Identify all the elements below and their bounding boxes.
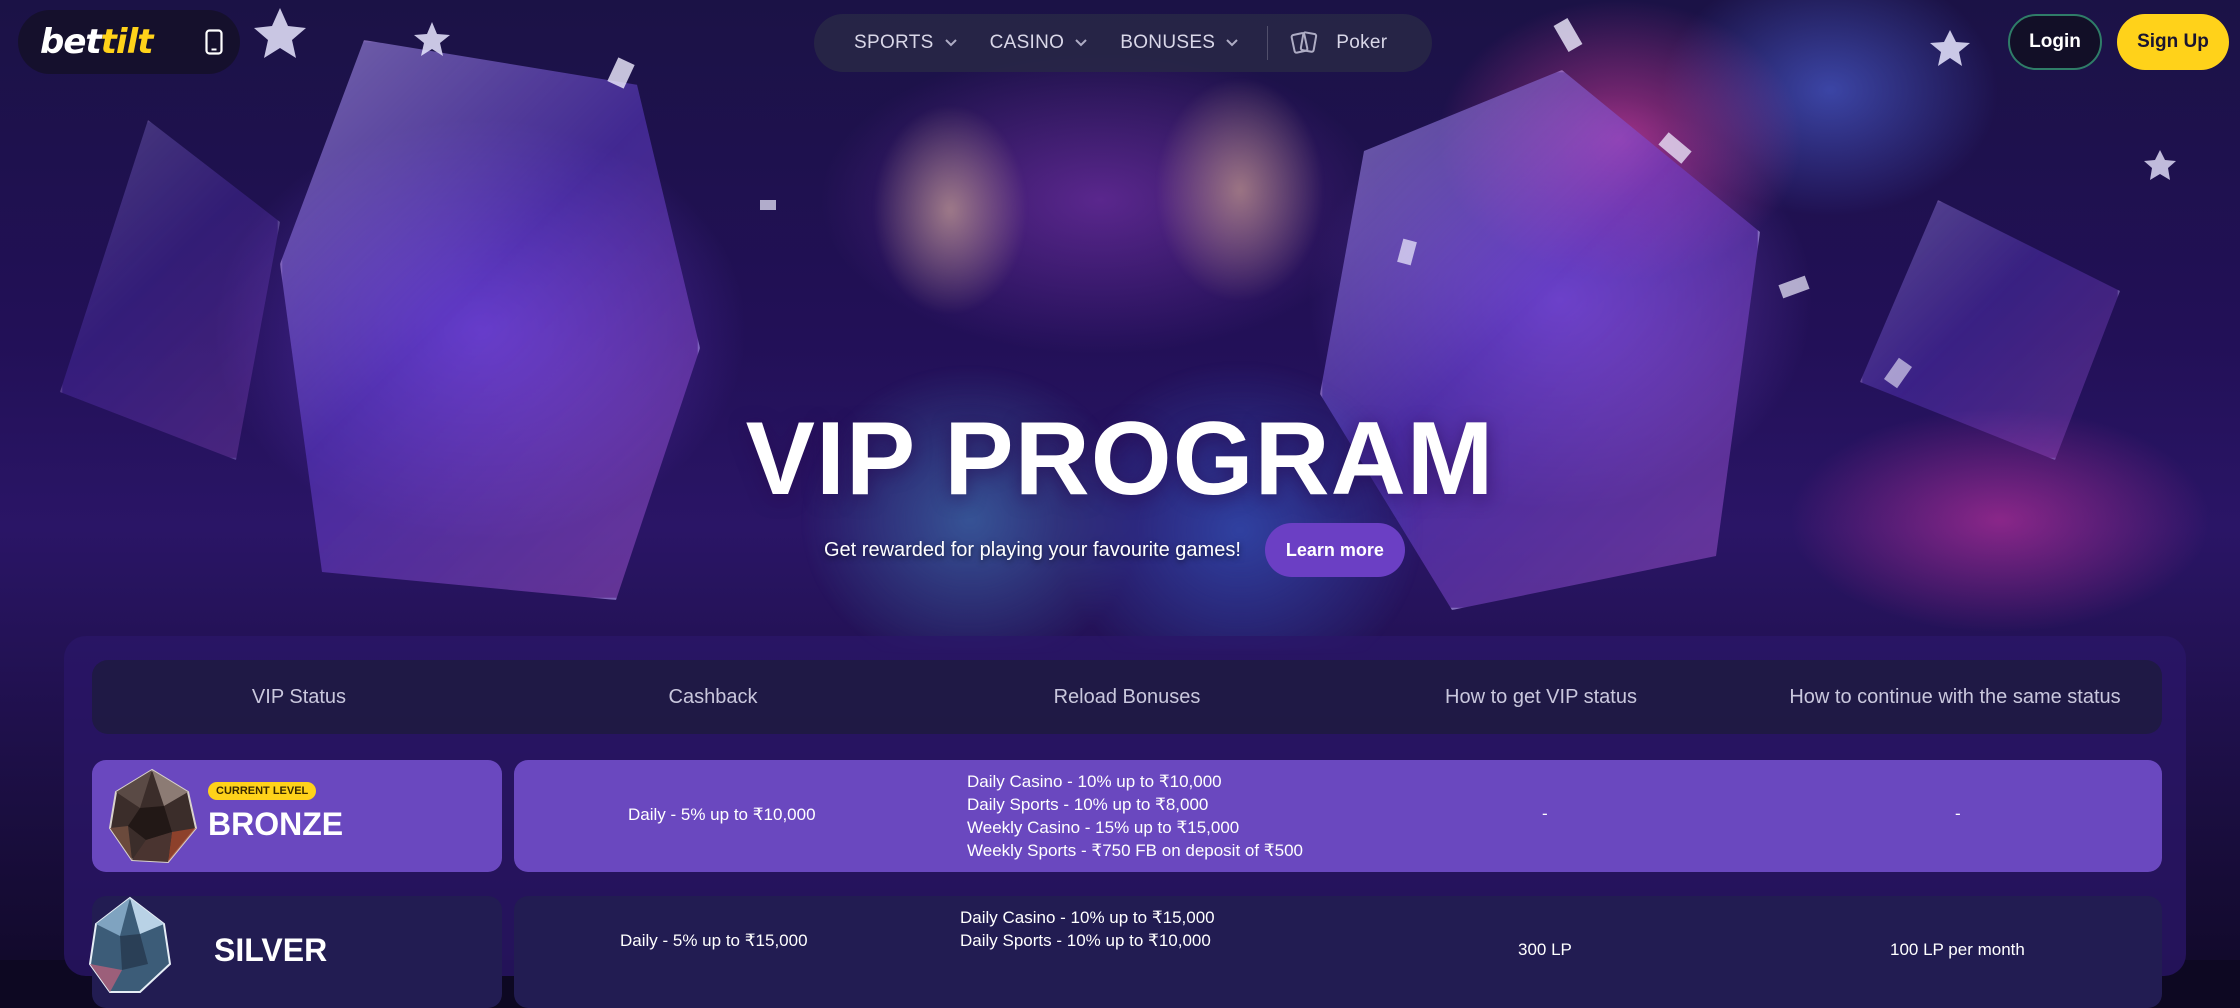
bronze-gem-icon: [108, 768, 198, 864]
top-navigation: SPORTS CASINO BONUSES Poker: [814, 14, 1432, 72]
header-cashback: Cashback: [668, 685, 758, 708]
how-to-keep-value: 100 LP per month: [1890, 940, 2025, 959]
header-how-to-get: How to get VIP status: [1445, 685, 1637, 708]
how-to-keep-value: -: [1955, 804, 1961, 823]
hero-subtitle-row: Get rewarded for playing your favourite …: [824, 522, 1405, 578]
reload-bonus-item: Daily Sports - 10% up to ₹8,000: [967, 795, 1209, 814]
reload-bonus-item: Daily Casino - 10% up to ₹10,000: [967, 772, 1222, 791]
site-logo[interactable]: bettilt: [40, 22, 154, 62]
mobile-app-icon[interactable]: [200, 28, 228, 56]
hero-subtitle: Get rewarded for playing your favourite …: [824, 538, 1241, 561]
reload-bonus-item: Weekly Casino - 15% up to ₹15,000: [967, 818, 1240, 837]
logo-text-white: bet: [40, 22, 102, 62]
learn-more-button[interactable]: Learn more: [1264, 523, 1405, 577]
level-name-bronze: BRONZE: [208, 806, 344, 842]
nav-poker-label: Poker: [1336, 32, 1388, 53]
cashback-value: Daily - 5% up to ₹15,000: [620, 931, 808, 950]
current-level-badge: CURRENT LEVEL: [208, 782, 317, 800]
level-name-silver: SILVER: [214, 932, 328, 968]
login-button[interactable]: Login: [2008, 14, 2102, 70]
cards-icon: [1290, 30, 1320, 56]
reload-bonus-item: Weekly Sports - ₹750 FB on deposit of ₹5…: [967, 841, 1303, 860]
status-cell-silver: SILVER: [88, 896, 502, 1008]
nav-sports-label: SPORTS: [854, 32, 934, 53]
reload-bonuses-list: Daily Casino - 10% up to ₹15,000 Daily S…: [960, 906, 1215, 952]
silver-gem-icon: [88, 896, 172, 993]
chevron-down-icon: [944, 36, 958, 50]
nav-divider: [1267, 26, 1269, 60]
chevron-down-icon: [1225, 36, 1239, 50]
nav-sports[interactable]: SPORTS: [854, 14, 958, 72]
info-cell-bronze: Daily - 5% up to ₹10,000 Daily Casino - …: [514, 760, 2162, 872]
header-how-to-continue: How to continue with the same status: [1789, 685, 2121, 708]
header-reload-bonuses: Reload Bonuses: [1053, 685, 1201, 708]
reload-bonus-item: Daily Casino - 10% up to ₹15,000: [960, 908, 1215, 927]
how-to-get-value: -: [1542, 804, 1548, 823]
how-to-get-value: 300 LP: [1518, 940, 1572, 959]
table-header: VIP Status Cashback Reload Bonuses How t…: [92, 660, 2162, 734]
reload-bonus-item: Daily Sports - 10% up to ₹10,000: [960, 931, 1211, 950]
logo-text-yellow: tilt: [100, 22, 154, 62]
nav-casino-label: CASINO: [989, 32, 1065, 53]
cashback-value: Daily - 5% up to ₹10,000: [628, 805, 816, 824]
chevron-down-icon: [1074, 36, 1088, 50]
status-cell-bronze: CURRENT LEVEL BRONZE: [92, 760, 502, 872]
header-vip-status: VIP Status: [251, 685, 347, 708]
nav-casino[interactable]: CASINO: [990, 14, 1089, 72]
reload-bonuses-list: Daily Casino - 10% up to ₹10,000 Daily S…: [967, 770, 1303, 862]
nav-poker[interactable]: Poker: [1290, 14, 1387, 72]
info-cell-silver: Daily - 5% up to ₹15,000 Daily Casino - …: [514, 896, 2162, 1008]
nav-bonuses-label: BONUSES: [1120, 32, 1216, 53]
signup-button[interactable]: Sign Up: [2117, 14, 2229, 70]
logo-container[interactable]: bettilt: [18, 10, 240, 74]
nav-bonuses[interactable]: BONUSES: [1120, 14, 1239, 72]
page-title: VIP PROGRAM: [745, 401, 1495, 517]
